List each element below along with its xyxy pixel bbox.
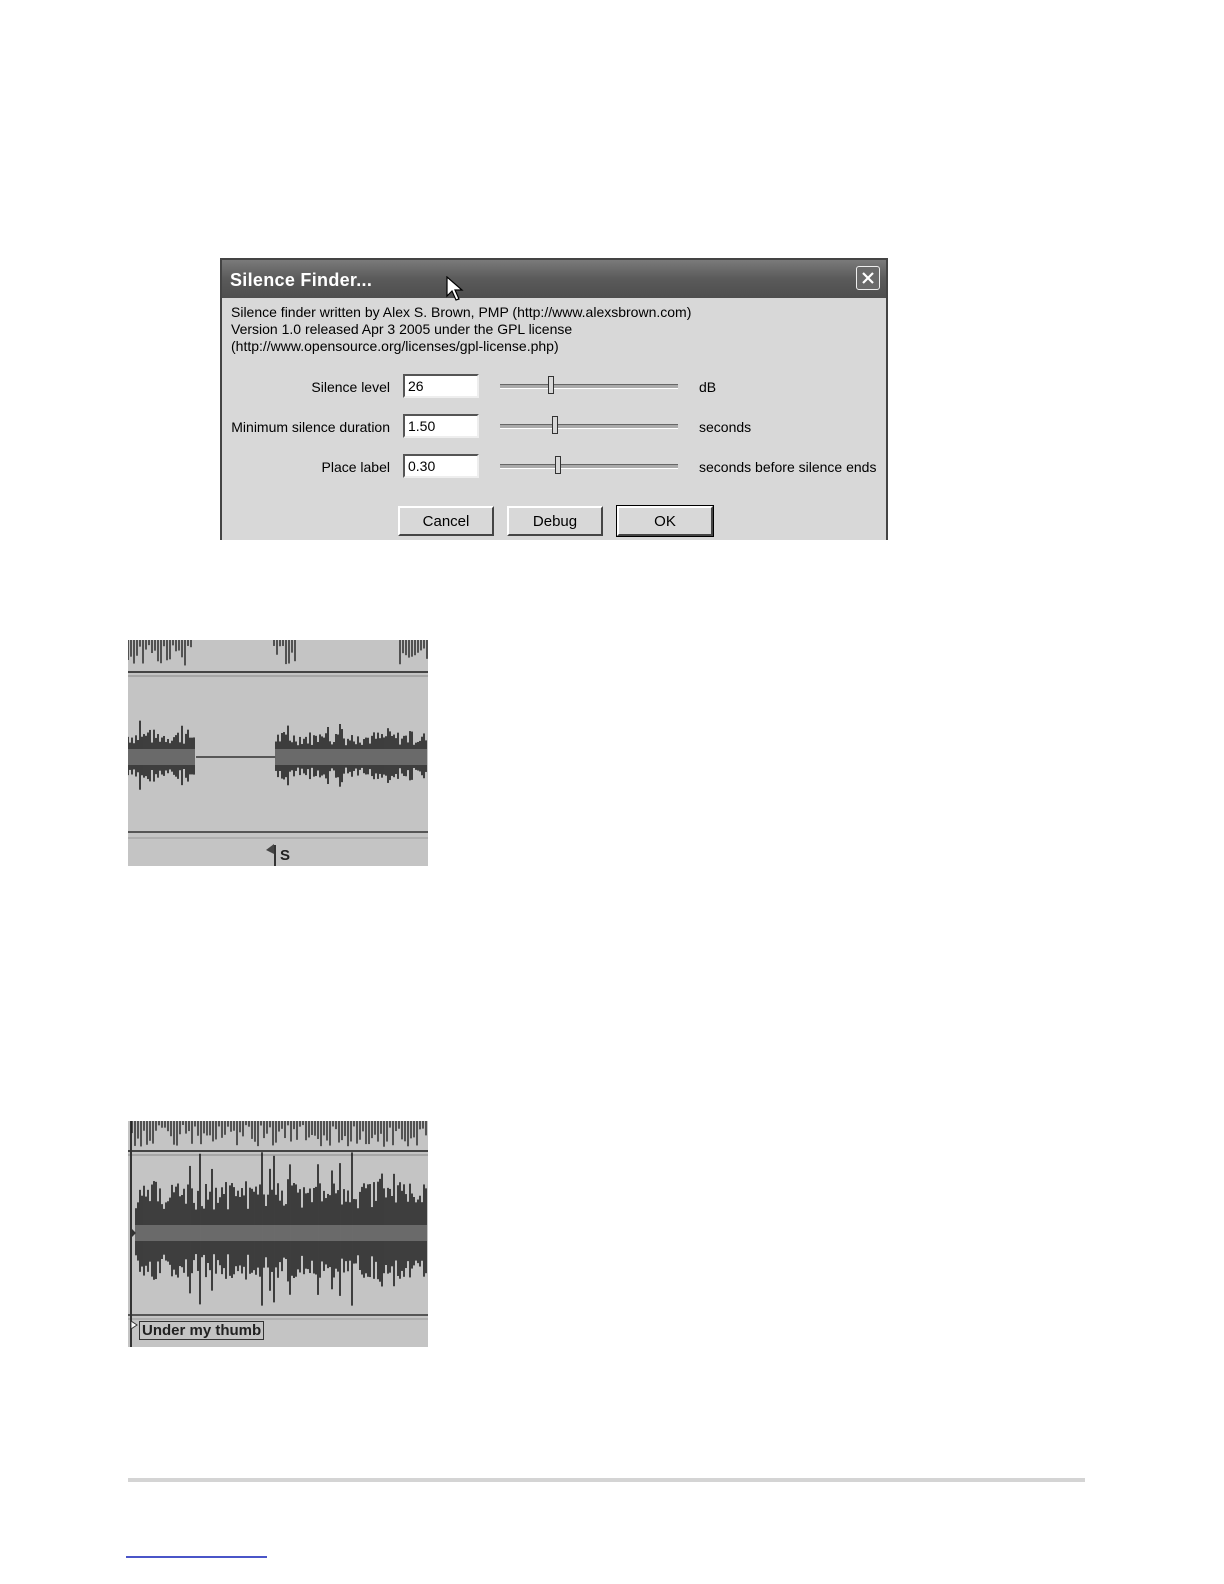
slider-track xyxy=(500,464,678,469)
dialog-titlebar[interactable]: Silence Finder... xyxy=(222,260,886,301)
info-line-author: Silence finder written by Alex S. Brown,… xyxy=(231,304,692,320)
info-line-license-url: (http://www.opensource.org/licenses/gpl-… xyxy=(231,338,559,354)
minimum-silence-duration-unit: seconds xyxy=(699,419,752,435)
waveform-track-silence: S xyxy=(128,640,428,866)
silence-level-label: Silence level xyxy=(311,379,390,395)
close-button[interactable] xyxy=(856,266,880,290)
place-label-slider[interactable] xyxy=(500,454,678,478)
slider-thumb[interactable] xyxy=(552,416,558,434)
label-marker-icon xyxy=(266,844,274,854)
waveform-previous-track xyxy=(131,1121,427,1147)
close-icon xyxy=(862,272,874,284)
info-line-version: Version 1.0 released Apr 3 2005 under th… xyxy=(231,321,573,337)
silence-level-slider[interactable] xyxy=(500,374,678,398)
playhead-marker-icon xyxy=(130,1227,136,1239)
track-label-under-my-thumb[interactable]: Under my thumb xyxy=(139,1321,265,1340)
waveform-samples xyxy=(128,720,427,790)
place-label-unit: seconds before silence ends xyxy=(699,459,877,475)
place-label-label: Place label xyxy=(321,459,391,475)
slider-thumb[interactable] xyxy=(548,376,554,394)
cancel-button[interactable]: Cancel xyxy=(398,506,494,536)
minimum-silence-duration-label: Minimum silence duration xyxy=(231,419,390,435)
waveform-view[interactable] xyxy=(128,640,428,866)
label-marker-icon xyxy=(130,1320,138,1330)
silence-finder-dialog: Silence Finder... Silence finder written… xyxy=(220,258,888,540)
slider-track xyxy=(500,424,678,429)
waveform-track-song: Under my thumb xyxy=(128,1121,428,1347)
footer-link-underline[interactable] xyxy=(126,1556,267,1558)
place-label-input[interactable] xyxy=(403,454,479,478)
debug-button[interactable]: Debug xyxy=(507,506,603,536)
silence-level-unit: dB xyxy=(699,379,717,395)
track-label-s[interactable]: S xyxy=(280,847,290,864)
dialog-title: Silence Finder... xyxy=(230,270,373,290)
waveform-view[interactable] xyxy=(128,1121,428,1347)
slider-track xyxy=(500,384,678,389)
minimum-silence-duration-slider[interactable] xyxy=(500,414,678,438)
ok-button[interactable]: OK xyxy=(616,505,714,537)
silence-level-input[interactable] xyxy=(403,374,479,398)
slider-thumb[interactable] xyxy=(555,456,561,474)
mouse-cursor-icon xyxy=(446,276,464,301)
minimum-silence-duration-input[interactable] xyxy=(403,414,479,438)
waveform-samples xyxy=(135,1152,427,1306)
footer-divider xyxy=(128,1478,1085,1482)
waveform-previous-track xyxy=(128,640,428,666)
